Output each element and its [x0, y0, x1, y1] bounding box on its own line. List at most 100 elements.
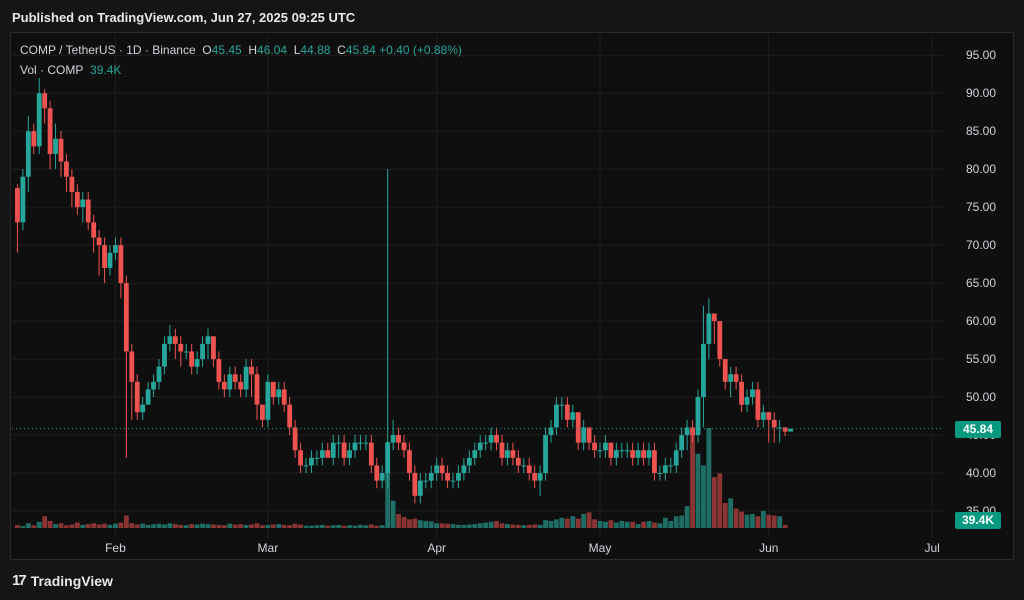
volume-bar — [494, 520, 499, 528]
candle-body — [347, 450, 352, 458]
candle-body — [439, 465, 445, 474]
volume-bar — [36, 521, 42, 528]
volume-bar — [172, 524, 178, 528]
y-tick-label: 90.00 — [966, 86, 996, 100]
volume-bar — [205, 524, 211, 528]
candle-body — [619, 450, 625, 452]
volume-bar — [336, 524, 342, 528]
tradingview-logo[interactable]: 17 TradingView — [12, 572, 113, 589]
candle-body — [483, 442, 489, 444]
volume-bar — [733, 508, 739, 528]
y-tick-label: 50.00 — [966, 390, 996, 404]
volume-bar — [717, 473, 723, 528]
candle-body — [701, 343, 706, 398]
bottom-bar — [0, 562, 1024, 600]
volume-bar — [42, 516, 48, 528]
change-value: +0.40 (+0.88%) — [379, 43, 462, 57]
volume-bar — [597, 520, 603, 528]
candle-body — [319, 450, 325, 458]
legend-price-row: COMP / TetherUS · 1D · Binance O45.45 H4… — [20, 40, 462, 60]
volume-bar — [134, 524, 140, 528]
candle-body — [58, 138, 64, 162]
candle-body — [456, 473, 461, 481]
volume-bar — [167, 523, 173, 528]
candle-body — [292, 427, 298, 451]
volume-bar — [31, 525, 37, 528]
candle-body — [477, 442, 483, 451]
candle-body — [178, 343, 184, 352]
volume-bar — [657, 523, 663, 528]
candle-body — [613, 450, 619, 458]
volume-bar — [472, 524, 478, 528]
candle-body — [461, 465, 467, 474]
candle-body — [570, 412, 576, 420]
volume-bar — [281, 524, 287, 528]
candle-body — [423, 480, 429, 482]
volume-value: 39.4K — [90, 63, 122, 77]
high-value: 46.04 — [257, 43, 288, 57]
volume-bar — [118, 522, 124, 528]
volume-bar — [706, 428, 712, 528]
candle-body — [162, 343, 167, 367]
symbol-label[interactable]: COMP / TetherUS · 1D · Binance — [20, 43, 196, 57]
volume-bar — [456, 524, 461, 528]
candle-body — [189, 351, 195, 367]
volume-bar — [548, 520, 554, 528]
candle-body — [249, 366, 254, 375]
high-label: H — [248, 43, 258, 57]
candle-body — [91, 222, 97, 238]
candle-body — [200, 343, 205, 360]
candle-body — [488, 435, 494, 443]
candlestick-chart[interactable]: 35.0040.0045.0050.0055.0060.0065.0070.00… — [0, 0, 1024, 600]
candle-body — [85, 199, 91, 223]
volume-bar — [662, 517, 668, 528]
candle-body — [722, 359, 728, 382]
candle-body — [216, 359, 222, 382]
volume-bar — [445, 523, 450, 528]
volume-bar — [543, 520, 548, 528]
volume-bar — [570, 516, 576, 528]
candle-body — [450, 480, 456, 482]
volume-bars — [15, 428, 788, 528]
volume-bar — [619, 520, 625, 528]
candle-body — [260, 404, 265, 420]
volume-bar — [586, 512, 592, 528]
volume-bar — [162, 524, 167, 528]
volume-bar — [298, 524, 303, 528]
volume-bar — [564, 518, 570, 528]
candle-body — [711, 313, 717, 322]
volume-bar — [510, 524, 516, 528]
candle-body — [31, 131, 37, 147]
candle-body — [287, 404, 293, 428]
candle-body — [603, 442, 608, 451]
volume-bar — [641, 521, 646, 528]
candle-body — [630, 450, 636, 458]
candle-body — [281, 389, 287, 405]
candle-body — [499, 442, 505, 458]
candle-body — [679, 435, 685, 451]
candle-body — [543, 435, 548, 474]
volume-bar — [439, 523, 445, 528]
candle-body — [510, 450, 516, 458]
candle-body — [221, 381, 227, 390]
volume-bar — [341, 525, 347, 528]
candle-body — [74, 191, 80, 208]
volume-bar — [303, 525, 309, 528]
candle-body — [118, 245, 124, 284]
candle-body — [581, 427, 587, 443]
volume-label[interactable]: Vol · COMP — [20, 63, 83, 77]
volume-bar — [608, 520, 614, 528]
candle-body — [172, 336, 178, 344]
candle-body — [270, 381, 276, 398]
candle-body — [352, 442, 358, 451]
candle-body — [760, 412, 766, 420]
volume-bar — [613, 522, 619, 528]
candle-body — [521, 465, 527, 467]
volume-bar — [221, 525, 227, 528]
volume-bar — [532, 524, 538, 528]
volume-bar — [450, 524, 456, 528]
candle-body — [227, 374, 233, 390]
candle-body — [134, 381, 140, 413]
volume-bar — [782, 524, 788, 528]
candle-body — [265, 381, 271, 420]
